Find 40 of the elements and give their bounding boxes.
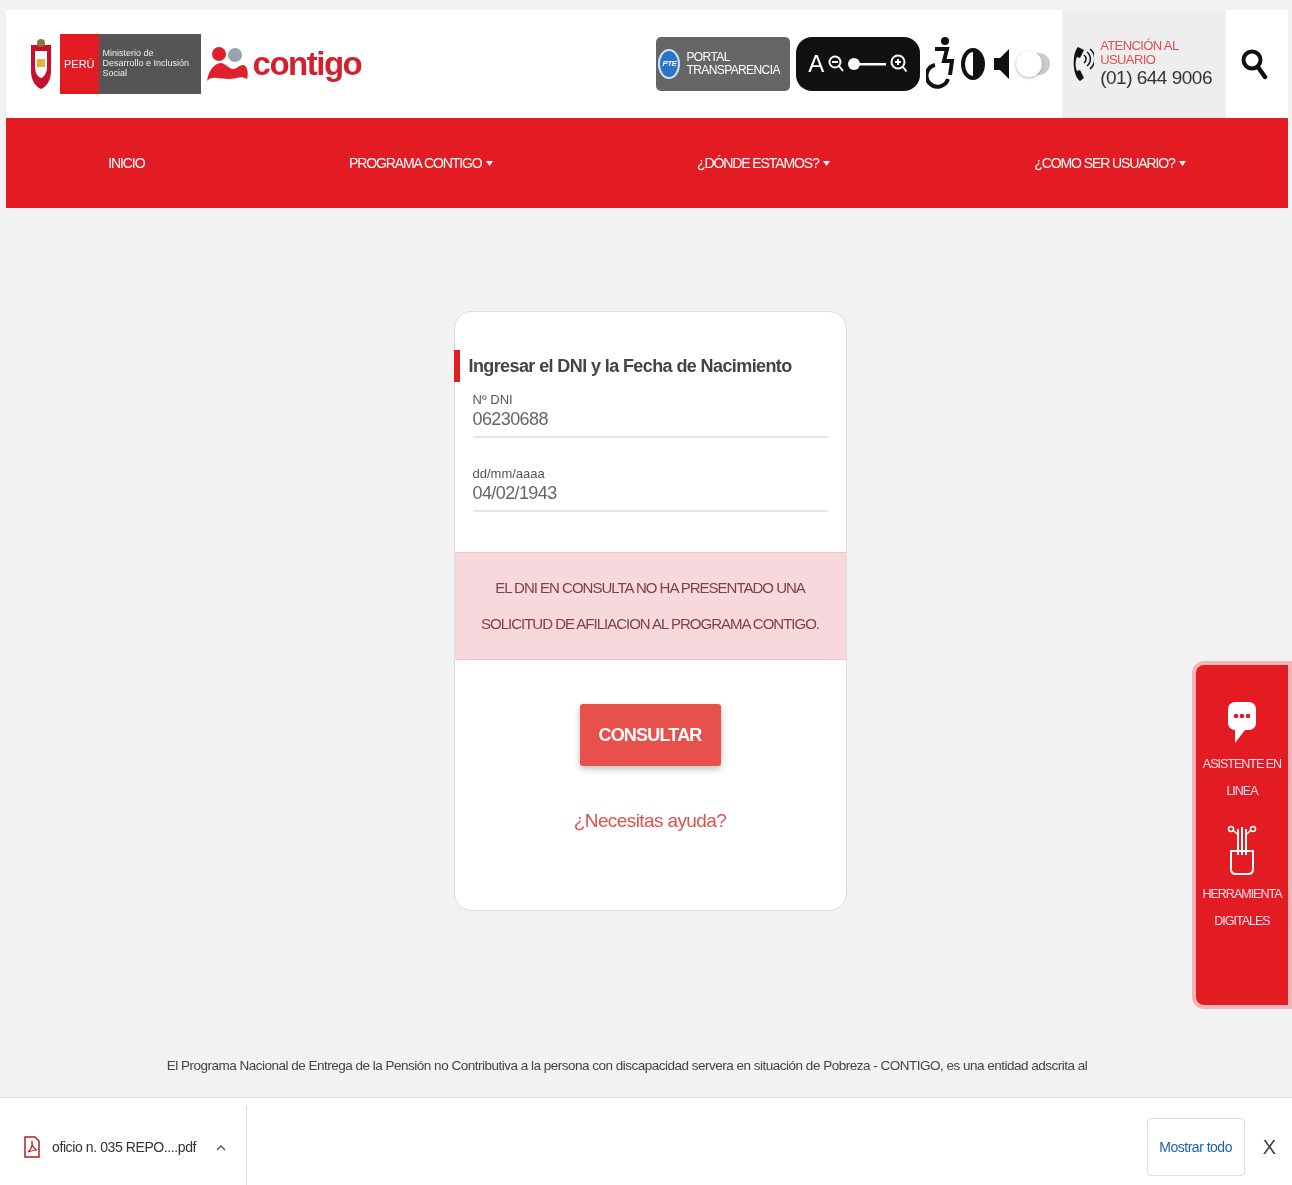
input-field[interactable]: Nº DNI 06230688 [472,392,828,438]
form-title: Ingresar el DNI y la Fecha de Nacimiento [453,350,846,382]
field-label: dd/mm/aaaa [472,466,546,481]
zoom-in-icon [890,54,909,74]
alert-message: EL DNI EN CONSULTA NO HA PRESENTADO UNA SOLICITUD DE AFILIACION AL PROGRAMA CONTIGO. [454,552,846,660]
nav-item[interactable]: ¿DÓNDE ESTAMOS? [697,155,830,171]
chat-icon [1227,701,1257,745]
speaker-icon[interactable] [992,47,1011,81]
nav-item[interactable]: ¿COMO SER USUARIO? [1034,155,1186,171]
people-icon [204,45,249,83]
close-button[interactable]: X [1258,1131,1280,1163]
field-value: 04/02/1943 [472,482,558,505]
field-label: Nº DNI [472,392,514,407]
slider-icon [848,57,887,71]
coat-of-arms-icon [28,37,54,91]
font-size-label: A [808,50,825,78]
ministry-name: Ministerio de Desarrollo e Inclusión Social [98,34,201,94]
side-link[interactable]: HERRAMIENTA DIGITALES [1200,881,1284,935]
input-field[interactable]: dd/mm/aaaa 04/02/1943 [472,466,828,512]
chevron-up-icon[interactable] [216,1143,227,1151]
nav-item[interactable]: INICIO [108,155,145,171]
nav-item[interactable]: PROGRAMA CONTIGO [349,155,493,171]
sound-toggle[interactable] [1016,53,1051,75]
side-link[interactable]: ASISTENTE EN LINEA [1200,751,1284,805]
show-all-button[interactable]: Mostrar todo [1146,1118,1245,1176]
phone-number: (01) 644 9006 [1100,67,1212,90]
file-name[interactable]: oficio n. 035 REPO....pdf [52,1139,197,1155]
text-zoom-control[interactable]: A [796,37,921,91]
transparency-badge: PTE [658,49,681,79]
zoom-out-icon [828,55,845,73]
help-link[interactable]: ¿Necesitas ayuda? [573,810,727,832]
contact-label: ATENCIÓN AL USUARIO [1100,38,1180,68]
country-label: PERÚ [60,34,99,94]
search-icon[interactable] [1240,47,1268,81]
pdf-icon [24,1136,40,1158]
footer-text: El Programa Nacional de Entrega de la Pensión no Contributiva a la persona con discapacidad servera en situación de Pobreza - CONTIGO, es una entidad adscrita al [166,1058,1088,1075]
consult-button[interactable]: CONSULTAR [579,704,721,766]
field-value: 06230688 [472,408,549,431]
contrast-icon[interactable] [960,47,987,81]
brand-name: contigo [252,45,362,83]
